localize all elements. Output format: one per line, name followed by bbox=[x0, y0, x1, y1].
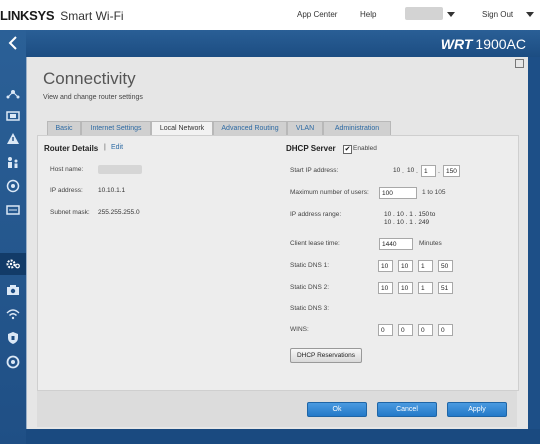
dhcp-reservations-button[interactable]: DHCP Reservations bbox=[290, 348, 362, 363]
app-center-link[interactable]: App Center bbox=[297, 10, 337, 19]
dot: . bbox=[402, 168, 404, 175]
speed-test-icon[interactable] bbox=[5, 202, 21, 218]
static-dns-1-label: Static DNS 1: bbox=[290, 262, 330, 269]
ip-range-end: 10 . 10 . 1 . 249 bbox=[384, 219, 430, 226]
wins-octet-4-input[interactable]: 0 bbox=[438, 324, 453, 336]
page-title: Connectivity bbox=[43, 69, 136, 88]
static-dns-3-label: Static DNS 3: bbox=[290, 305, 330, 312]
dns2-octet-1-input[interactable]: 10 bbox=[378, 282, 393, 294]
edit-link[interactable]: Edit bbox=[111, 144, 123, 151]
tab-bar: Basic Internet Settings Local Network Ad… bbox=[43, 121, 517, 136]
dns1-octet-1-input[interactable]: 10 bbox=[378, 260, 393, 272]
brand-logo: LINKSYS Smart Wi-Fi bbox=[0, 8, 124, 23]
tab-basic[interactable]: Basic bbox=[47, 121, 81, 135]
heading-separator: | bbox=[104, 144, 106, 151]
dns2-octet-2-input[interactable]: 10 bbox=[398, 282, 413, 294]
start-ip-octet-3-input[interactable]: 1 bbox=[421, 165, 436, 177]
dns2-octet-4-input[interactable]: 51 bbox=[438, 282, 453, 294]
tab-advanced-routing[interactable]: Advanced Routing bbox=[213, 121, 287, 135]
linksys-logo: LINKSYS bbox=[0, 8, 55, 23]
back-chevron-icon[interactable] bbox=[0, 30, 26, 56]
subnet-mask-value: 255.255.255.0 bbox=[98, 209, 140, 216]
camera-icon[interactable] bbox=[5, 282, 21, 298]
model-prefix: WRT bbox=[440, 36, 473, 52]
router-details-heading: Router Details bbox=[44, 144, 99, 153]
static-dns-2-label: Static DNS 2: bbox=[290, 284, 330, 291]
app-header: WRT 1900AC bbox=[26, 30, 540, 57]
ip-range-label: IP address range: bbox=[290, 211, 342, 218]
dhcp-enabled-checkbox[interactable]: ✔ bbox=[343, 145, 352, 154]
dhcp-enabled-label: Enabled bbox=[353, 145, 377, 152]
dot: . bbox=[438, 168, 440, 175]
start-ip-octet-4-input[interactable]: 150 bbox=[443, 165, 460, 177]
sign-out-link[interactable]: Sign Out bbox=[482, 10, 513, 19]
tab-internet-settings[interactable]: Internet Settings bbox=[81, 121, 151, 135]
max-users-range: 1 to 105 bbox=[422, 189, 446, 196]
dhcp-server-heading: DHCP Server bbox=[286, 144, 336, 153]
ip-range-to-word: to bbox=[430, 211, 436, 218]
account-chevron-down-icon[interactable] bbox=[447, 12, 455, 17]
troubleshooting-icon[interactable] bbox=[5, 354, 21, 370]
wireless-icon[interactable] bbox=[5, 306, 21, 322]
ok-button[interactable]: Ok bbox=[307, 402, 367, 417]
lease-time-input[interactable]: 1440 bbox=[379, 238, 413, 250]
page-subtitle: View and change router settings bbox=[43, 94, 143, 101]
alert-icon[interactable] bbox=[5, 130, 21, 146]
media-prioritization-icon[interactable] bbox=[5, 178, 21, 194]
account-name[interactable] bbox=[405, 7, 443, 20]
max-users-label: Maximum number of users: bbox=[290, 189, 369, 196]
dns1-octet-4-input[interactable]: 50 bbox=[438, 260, 453, 272]
dns1-octet-3-input[interactable]: 1 bbox=[418, 260, 433, 272]
sign-out-chevron-down-icon[interactable] bbox=[526, 12, 534, 17]
cancel-button[interactable]: Cancel bbox=[377, 402, 437, 417]
ip-address-label: IP address: bbox=[50, 187, 83, 194]
router-model: WRT 1900AC bbox=[441, 36, 526, 52]
apply-button[interactable]: Apply bbox=[447, 402, 507, 417]
dot: . bbox=[416, 168, 418, 175]
dns2-octet-3-input[interactable]: 1 bbox=[418, 282, 433, 294]
wins-label: WINS: bbox=[290, 326, 309, 333]
tab-vlan[interactable]: VLAN bbox=[287, 121, 323, 135]
dialog-footer: Ok Cancel Apply bbox=[37, 391, 517, 427]
start-ip-octet-2: 10 bbox=[407, 167, 415, 174]
ip-address-value: 10.10.1.1 bbox=[98, 187, 126, 194]
max-users-input[interactable]: 100 bbox=[379, 187, 417, 199]
wins-octet-2-input[interactable]: 0 bbox=[398, 324, 413, 336]
model-number: 1900AC bbox=[475, 36, 526, 52]
dns1-octet-2-input[interactable]: 10 bbox=[398, 260, 413, 272]
host-name-label: Host name: bbox=[50, 166, 84, 173]
connectivity-gear-icon[interactable] bbox=[5, 256, 21, 272]
window-edge bbox=[528, 57, 540, 429]
security-shield-icon[interactable] bbox=[5, 330, 21, 346]
top-bar: LINKSYS Smart Wi-Fi App Center Help Sign … bbox=[0, 0, 540, 30]
lease-time-unit: Minutes bbox=[419, 240, 442, 247]
local-network-content: Router Details | Edit Host name: IP addr… bbox=[37, 135, 519, 391]
tab-administration[interactable]: Administration bbox=[323, 121, 391, 135]
wins-octet-1-input[interactable]: 0 bbox=[378, 324, 393, 336]
network-map-icon[interactable] bbox=[5, 86, 21, 102]
product-name: Smart Wi-Fi bbox=[60, 9, 124, 23]
subnet-mask-label: Subnet mask: bbox=[50, 209, 90, 216]
maximize-icon[interactable] bbox=[515, 59, 524, 68]
start-ip-label: Start IP address: bbox=[290, 167, 339, 174]
lease-time-label: Client lease time: bbox=[290, 240, 340, 247]
ip-range-start: 10 . 10 . 1 . 150 bbox=[384, 211, 430, 218]
devices-icon[interactable] bbox=[5, 108, 21, 124]
host-name-value bbox=[98, 165, 142, 174]
wins-octet-3-input[interactable]: 0 bbox=[418, 324, 433, 336]
connectivity-window: Connectivity View and change router sett… bbox=[26, 57, 529, 429]
start-ip-octet-1: 10 bbox=[393, 167, 401, 174]
tab-local-network[interactable]: Local Network bbox=[151, 121, 213, 136]
help-link[interactable]: Help bbox=[360, 10, 376, 19]
bottom-edge bbox=[26, 429, 540, 444]
parental-controls-icon[interactable] bbox=[5, 154, 21, 170]
